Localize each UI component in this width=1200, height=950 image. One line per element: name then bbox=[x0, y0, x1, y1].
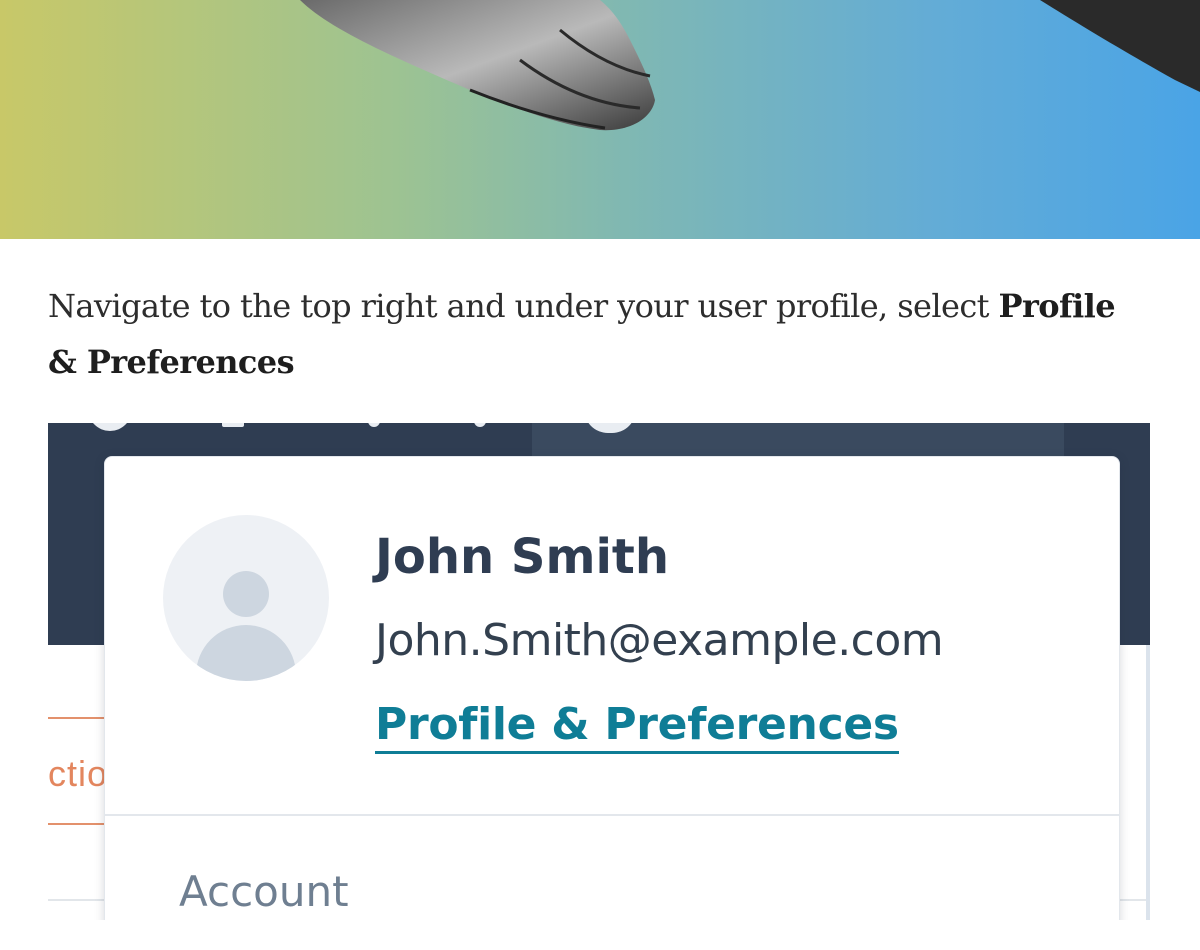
instruction-paragraph: Navigate to the top right and under your… bbox=[48, 278, 1152, 390]
profile-preferences-link[interactable]: Profile & Preferences bbox=[375, 699, 899, 754]
embedded-screenshot: ctio John Smith John.Smith@example.com P… bbox=[48, 423, 1150, 920]
nav-icon[interactable] bbox=[88, 423, 132, 431]
menu-divider bbox=[105, 814, 1119, 816]
nav-icon[interactable] bbox=[474, 423, 486, 427]
avatar bbox=[163, 515, 329, 681]
avatar-person-icon bbox=[196, 625, 296, 681]
background-divider bbox=[48, 717, 108, 719]
background-divider bbox=[48, 823, 108, 825]
nav-icon[interactable] bbox=[222, 423, 244, 427]
nav-icon[interactable] bbox=[368, 423, 380, 427]
avatar-person-icon bbox=[223, 571, 269, 617]
instruction-text: Navigate to the top right and under your… bbox=[48, 287, 999, 325]
background-divider bbox=[48, 899, 104, 901]
account-section-label: Account bbox=[179, 867, 349, 916]
hand-illustration bbox=[300, 0, 1200, 131]
user-email: John.Smith@example.com bbox=[375, 615, 944, 666]
right-hand-shape bbox=[1040, 0, 1200, 92]
background-panel-edge bbox=[1146, 645, 1150, 920]
profile-dropdown-menu: John Smith John.Smith@example.com Profil… bbox=[104, 456, 1120, 920]
hero-banner-image bbox=[0, 0, 1200, 239]
user-name: John Smith bbox=[375, 529, 670, 585]
left-hand-shape bbox=[300, 0, 655, 131]
background-action-text: ctio bbox=[48, 753, 109, 794]
